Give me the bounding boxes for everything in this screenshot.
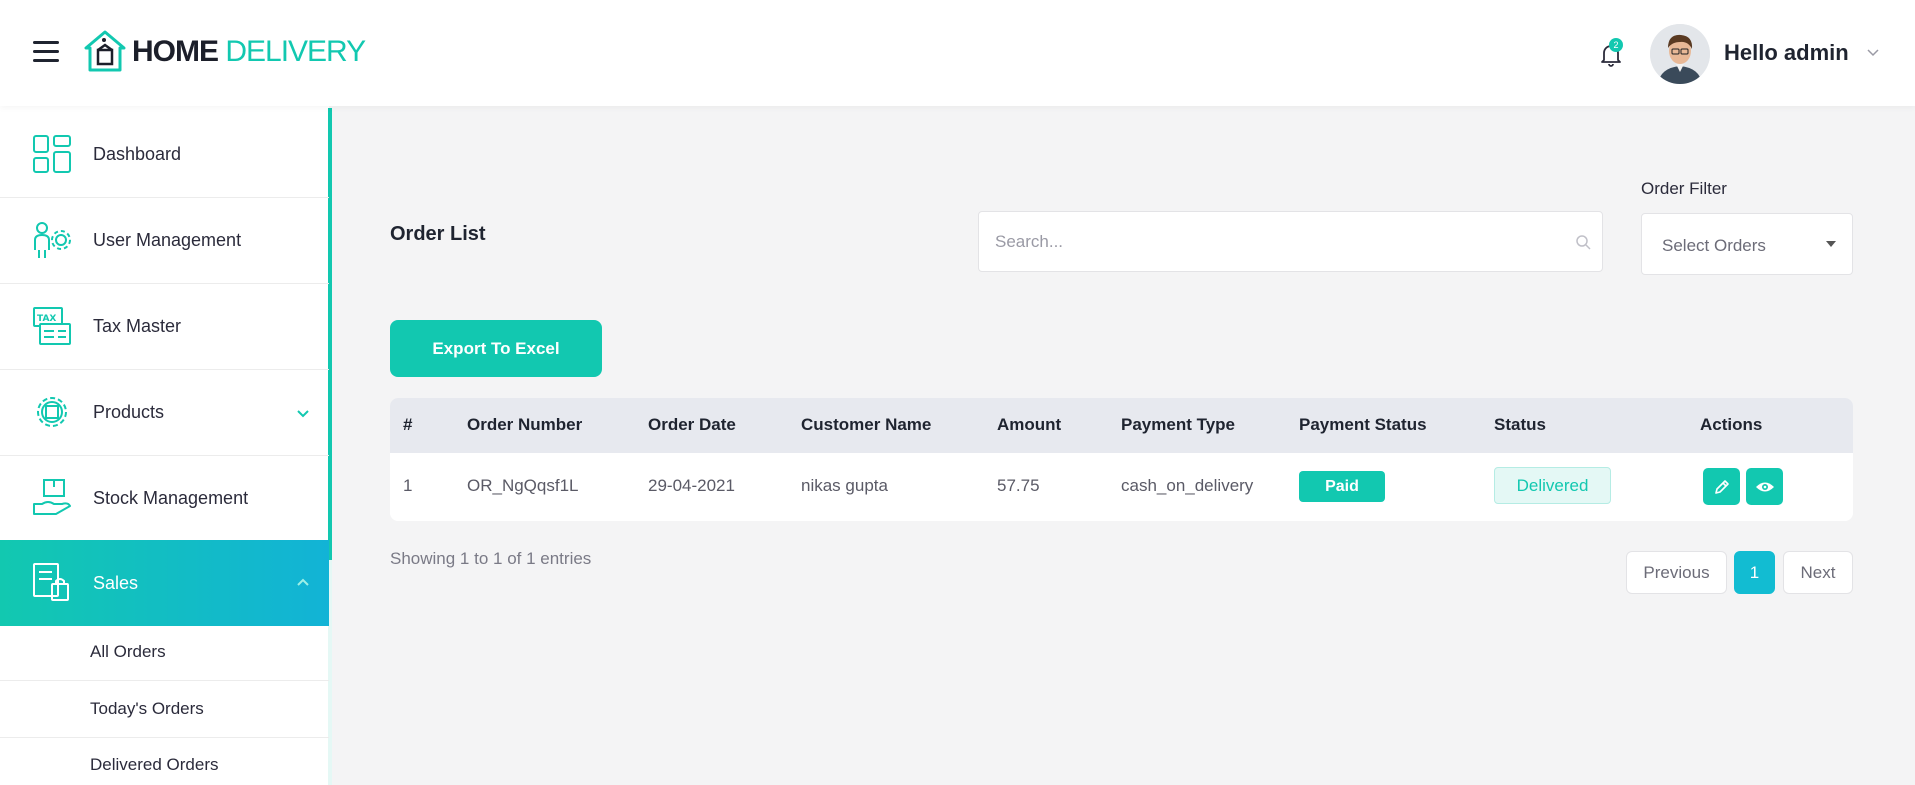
caret-down-icon xyxy=(1826,241,1836,247)
chevron-up-icon[interactable] xyxy=(296,576,310,590)
pencil-icon xyxy=(1714,479,1729,494)
sidebar-item-stock-management[interactable]: Stock Management xyxy=(0,456,329,542)
search-input[interactable] xyxy=(995,212,1555,271)
edit-button[interactable] xyxy=(1703,468,1740,505)
column-header[interactable]: Customer Name xyxy=(801,415,931,435)
sidebar-item-sales[interactable]: Sales xyxy=(0,540,329,626)
cell-order-number: OR_NgQqsf1L xyxy=(467,476,579,495)
order-filter-value: Select Orders xyxy=(1662,236,1766,255)
chevron-down-icon[interactable] xyxy=(296,406,310,420)
column-header: Actions xyxy=(1700,415,1763,434)
column-header[interactable]: Order Number xyxy=(467,415,582,435)
eye-icon xyxy=(1755,482,1774,491)
payment-status-badge: Paid xyxy=(1299,471,1385,502)
sidebar-subitem-label: Delivered Orders xyxy=(90,755,219,774)
pagination-previous-button[interactable]: Previous xyxy=(1626,551,1727,594)
dashboard-icon xyxy=(33,135,71,173)
cell-order-date: 29-04-2021 xyxy=(648,476,735,495)
page-title: Order List xyxy=(390,223,486,245)
status-badge: Delivered xyxy=(1494,467,1611,504)
sidebar-subitem-delivered-orders[interactable]: Delivered Orders xyxy=(0,737,329,785)
table-header: # Order Number Order Date Customer Name … xyxy=(390,398,1853,453)
sidebar-item-products[interactable]: Products xyxy=(0,370,329,456)
sidebar-subitem-label: Today's Orders xyxy=(90,699,204,718)
orders-table: # Order Number Order Date Customer Name … xyxy=(390,398,1853,521)
user-gear-icon xyxy=(34,222,71,258)
svg-text:TAX: TAX xyxy=(37,314,56,324)
sidebar-item-user-management[interactable]: User Management xyxy=(0,198,329,284)
chevron-down-icon[interactable] xyxy=(1865,44,1881,60)
top-header: HOME DELIVERY 2 Hello admin xyxy=(0,0,1915,106)
column-header[interactable]: Status xyxy=(1494,415,1546,435)
logo-text-home: HOME xyxy=(132,35,219,68)
cell-customer-name: nikas gupta xyxy=(801,476,888,495)
order-filter-select[interactable]: Select Orders xyxy=(1641,213,1853,275)
sidebar-item-label: Stock Management xyxy=(93,488,249,508)
user-greeting[interactable]: Hello admin xyxy=(1724,40,1849,66)
view-button[interactable] xyxy=(1746,468,1783,505)
sidebar-item-dashboard[interactable]: Dashboard xyxy=(0,112,329,198)
notification-badge: 2 xyxy=(1609,38,1623,52)
sidebar-item-tax-master[interactable]: TAX Tax Master xyxy=(0,284,329,370)
sales-bag-icon xyxy=(33,563,69,601)
export-to-excel-button[interactable]: Export To Excel xyxy=(390,320,602,377)
house-box-logo-icon xyxy=(84,30,126,72)
avatar[interactable] xyxy=(1650,24,1710,84)
sidebar-item-label: Sales xyxy=(93,572,139,593)
stock-icon xyxy=(33,479,71,515)
search-box[interactable] xyxy=(978,211,1603,272)
entries-info: Showing 1 to 1 of 1 entries xyxy=(390,549,592,568)
column-header[interactable]: Amount xyxy=(997,415,1061,435)
cell-amount: 57.75 xyxy=(997,476,1040,495)
sidebar-item-label: User Management xyxy=(93,230,242,250)
cell-index: 1 xyxy=(403,476,413,495)
sidebar-subitem-todays-orders[interactable]: Today's Orders xyxy=(0,681,329,738)
gear-box-icon xyxy=(37,397,67,427)
sidebar-item-label: Tax Master xyxy=(93,316,182,336)
cell-payment-type: cash_on_delivery xyxy=(1121,476,1254,495)
sidebar-subitem-label: All Orders xyxy=(90,642,166,661)
logo-text-delivery: DELIVERY xyxy=(225,35,366,68)
pagination-page-button[interactable]: 1 xyxy=(1734,551,1775,594)
search-icon[interactable] xyxy=(1575,234,1591,250)
tax-icon: TAX xyxy=(33,307,71,345)
column-header[interactable]: # xyxy=(403,415,412,435)
sidebar-item-label: Products xyxy=(93,402,165,422)
user-avatar-icon xyxy=(1650,24,1710,84)
pagination-next-button[interactable]: Next xyxy=(1783,551,1853,594)
brand-logo[interactable]: HOME DELIVERY xyxy=(82,28,366,76)
sidebar-subitem-all-orders[interactable]: All Orders xyxy=(0,624,329,681)
column-header[interactable]: Payment Status xyxy=(1299,415,1427,435)
order-filter-label: Order Filter xyxy=(1641,179,1727,198)
sidebar-item-label: Dashboard xyxy=(93,144,182,164)
column-header[interactable]: Order Date xyxy=(648,415,736,435)
column-header[interactable]: Payment Type xyxy=(1121,415,1235,435)
hamburger-menu-icon[interactable] xyxy=(33,41,59,63)
